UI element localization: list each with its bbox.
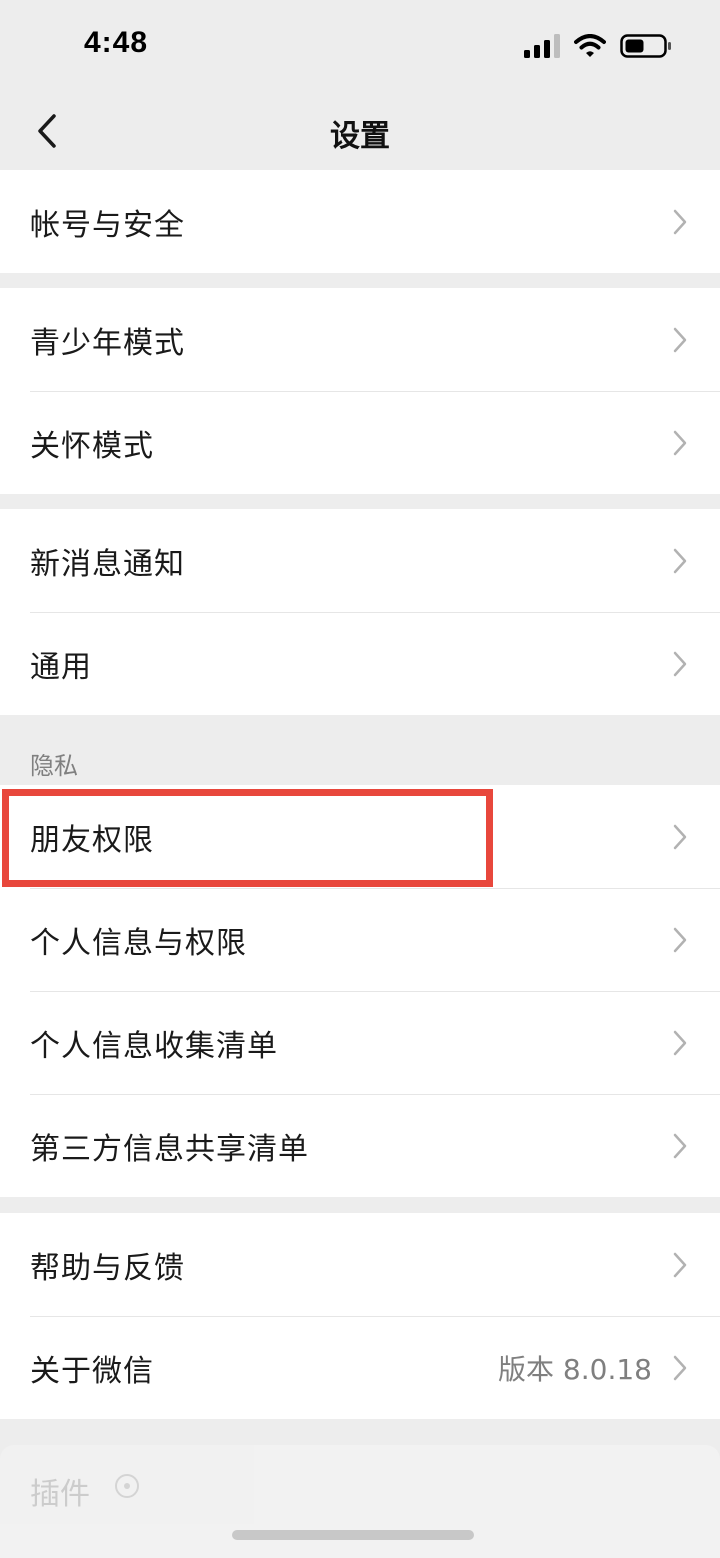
battery-icon xyxy=(620,34,671,58)
plugin-row[interactable]: 插件 xyxy=(0,1445,720,1558)
status-icons xyxy=(524,34,672,58)
status-bar: 4:48 xyxy=(0,0,720,92)
settings-group-general: 新消息通知 通用 xyxy=(0,509,720,715)
settings-group-account: 帐号与安全 xyxy=(0,170,720,273)
settings-group-modes: 青少年模式 关怀模式 xyxy=(0,288,720,494)
chevron-right-icon xyxy=(673,1252,687,1277)
chevron-right-icon xyxy=(673,1355,687,1380)
row-label: 关怀模式 xyxy=(30,428,154,464)
home-indicator[interactable] xyxy=(232,1530,474,1540)
row-help-feedback[interactable]: 帮助与反馈 xyxy=(0,1213,720,1316)
section-header-privacy: 隐私 xyxy=(30,752,78,780)
row-label: 关于微信 xyxy=(30,1353,154,1389)
row-label: 青少年模式 xyxy=(30,325,185,361)
row-third-party-sharing-list[interactable]: 第三方信息共享清单 xyxy=(0,1094,720,1197)
chevron-right-icon xyxy=(673,824,687,849)
navigation-bar: 设置 xyxy=(0,92,720,170)
page-title: 设置 xyxy=(330,119,390,154)
chevron-right-icon xyxy=(673,927,687,952)
status-time: 4:48 xyxy=(84,26,149,59)
row-general[interactable]: 通用 xyxy=(0,612,720,715)
chevron-right-icon xyxy=(673,651,687,676)
row-new-message-notification[interactable]: 新消息通知 xyxy=(0,509,720,612)
row-about-wechat[interactable]: 关于微信 版本 8.0.18 xyxy=(0,1316,720,1419)
row-label: 通用 xyxy=(30,649,92,685)
settings-group-about: 帮助与反馈 关于微信 版本 8.0.18 xyxy=(0,1213,720,1419)
row-label: 第三方信息共享清单 xyxy=(30,1131,309,1167)
row-care-mode[interactable]: 关怀模式 xyxy=(0,391,720,494)
chevron-right-icon xyxy=(673,548,687,573)
chevron-right-icon xyxy=(673,1133,687,1158)
highlight-annotation-box xyxy=(2,789,493,887)
wifi-icon xyxy=(574,34,606,57)
row-label: 个人信息收集清单 xyxy=(30,1028,278,1064)
row-personal-info-collection-list[interactable]: 个人信息收集清单 xyxy=(0,991,720,1094)
chevron-right-icon xyxy=(673,1030,687,1055)
row-teen-mode[interactable]: 青少年模式 xyxy=(0,288,720,391)
row-personal-info-permissions[interactable]: 个人信息与权限 xyxy=(0,888,720,991)
row-label: 新消息通知 xyxy=(30,546,185,582)
version-value: 版本 8.0.18 xyxy=(498,1352,652,1386)
chevron-right-icon xyxy=(673,430,687,455)
plugin-label: 插件 xyxy=(30,1477,90,1512)
row-label: 个人信息与权限 xyxy=(30,925,247,961)
row-account-security[interactable]: 帐号与安全 xyxy=(0,170,720,273)
chevron-right-icon xyxy=(673,209,687,234)
row-label: 帮助与反馈 xyxy=(30,1250,185,1286)
info-circle-icon xyxy=(115,1474,139,1498)
chevron-right-icon xyxy=(673,327,687,352)
signal-icon xyxy=(524,34,560,58)
row-label: 帐号与安全 xyxy=(30,207,185,243)
